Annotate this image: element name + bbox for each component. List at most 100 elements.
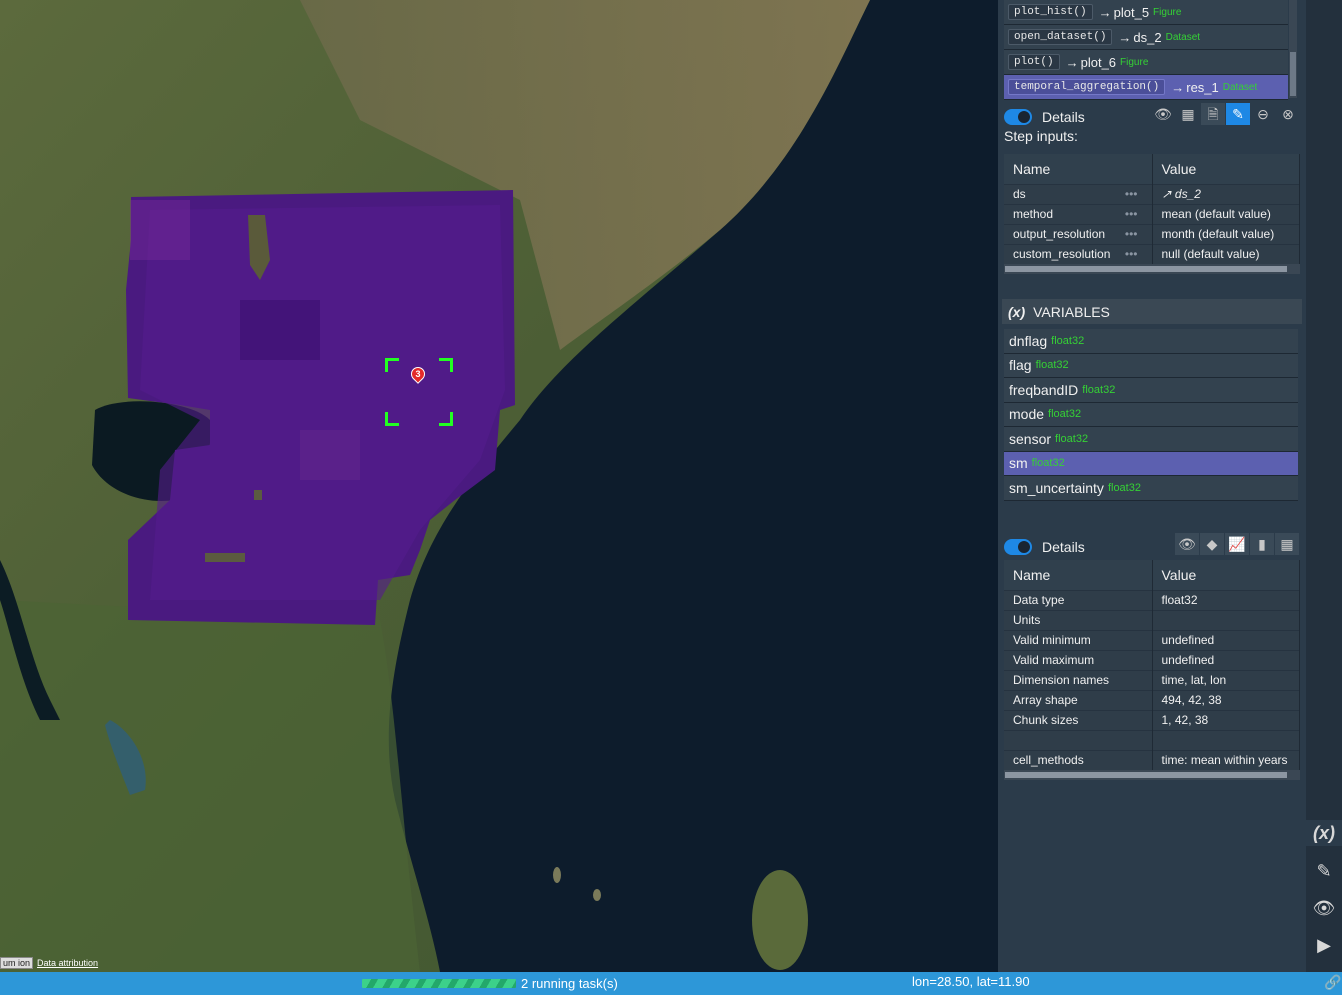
attribute-name: cell_methods <box>1004 749 1153 770</box>
variable-item[interactable]: sm_uncertainty float32 <box>1004 476 1298 501</box>
table-icon[interactable]: ▦ <box>1176 103 1200 125</box>
eye-icon[interactable]: 👁 <box>1151 103 1175 125</box>
remove-icon[interactable]: ⊖ <box>1251 103 1275 125</box>
workflow-step-list: plot_hist() → plot_5 Figure open_dataset() → d… <box>1004 0 1288 100</box>
details-toggle[interactable] <box>1004 539 1032 555</box>
document-icon[interactable]: 🗎 <box>1201 103 1225 125</box>
variable-details-hscrollbar[interactable] <box>1004 770 1300 780</box>
input-value: mean (default value) <box>1152 203 1300 224</box>
task-progress-bar[interactable] <box>362 979 516 988</box>
attribute-value: undefined <box>1152 649 1300 670</box>
bracket-corner <box>439 412 453 426</box>
attribute-value <box>1152 729 1300 750</box>
more-icon[interactable]: ••• <box>1125 207 1138 221</box>
step-inputs-label: Step inputs: <box>1004 128 1078 144</box>
attribute-name: Valid minimum <box>1004 629 1153 650</box>
table-row[interactable]: custom_resolution ••• null (default value) <box>1004 243 1300 264</box>
step-details-toggle-row: Details <box>1004 109 1085 125</box>
input-value[interactable]: ↗ ds_2 <box>1152 183 1300 204</box>
map-attribution: um ion Data attribution <box>0 957 98 969</box>
variable-type: float32 <box>1051 334 1085 347</box>
table-row: Dimension names time, lat, lon <box>1004 669 1300 690</box>
variable-type: float32 <box>1048 408 1082 421</box>
variable-item[interactable]: freqbandID float32 <box>1004 378 1298 403</box>
table-row[interactable]: output_resolution ••• month (default value… <box>1004 223 1300 244</box>
workflow-step[interactable]: temporal_aggregation() → res_1 Dataset <box>1004 75 1288 100</box>
globe-map-view[interactable]: 3 um ion Data attribution <box>0 0 998 972</box>
more-icon[interactable]: ••• <box>1125 187 1138 201</box>
step-result-name: plot_6 <box>1080 54 1117 70</box>
line-chart-icon[interactable]: 📈 <box>1225 533 1249 555</box>
variable-name: dnflag <box>1009 332 1048 349</box>
attribute-value <box>1152 609 1300 630</box>
bracket-corner <box>385 412 399 426</box>
variables-header: (x) VARIABLES <box>1002 299 1302 324</box>
arrow-icon: → <box>1098 4 1112 20</box>
table-row <box>1004 729 1300 750</box>
table-row[interactable]: method ••• mean (default value) <box>1004 203 1300 224</box>
step-result-type: Dataset <box>1222 81 1258 93</box>
step-inputs-table: Name Value ds ••• ↗ ds_2 method ••• mean (def… <box>1004 154 1300 264</box>
details-label: Details <box>1042 109 1085 125</box>
variable-item[interactable]: flag float32 <box>1004 353 1298 378</box>
data-attribution-link[interactable]: Data attribution <box>37 958 98 968</box>
attribute-name: Dimension names <box>1004 669 1153 690</box>
cursor-coordinates: lon=28.50, lat=11.90 <box>912 974 1030 989</box>
more-icon[interactable]: ••• <box>1125 247 1138 261</box>
step-result-type: Dataset <box>1165 31 1201 43</box>
table-row: Chunk sizes 1, 42, 38 <box>1004 709 1300 730</box>
running-tasks-text[interactable]: 2 running task(s) <box>521 976 618 991</box>
step-function: plot() <box>1008 54 1060 70</box>
attribute-name: Valid maximum <box>1004 649 1153 670</box>
attribute-name: Chunk sizes <box>1004 709 1153 730</box>
play-icon[interactable]: ▶ <box>1311 932 1337 958</box>
table-row: Array shape 494, 42, 38 <box>1004 689 1300 710</box>
arrow-icon: → <box>1118 29 1132 45</box>
table-row: Valid minimum undefined <box>1004 629 1300 650</box>
step-list-scrollbar[interactable] <box>1289 0 1297 98</box>
variables-panel-button[interactable]: (x) <box>1306 820 1342 846</box>
step-result-name: ds_2 <box>1133 29 1162 45</box>
app-root: 3 um ion Data attribution plot_hist() → plo… <box>0 0 1342 995</box>
table-row[interactable]: ds ••• ↗ ds_2 <box>1004 183 1300 204</box>
variable-name: sensor <box>1009 430 1052 447</box>
table-row: cell_methods time: mean within years <box>1004 749 1300 770</box>
workflow-step[interactable]: plot_hist() → plot_5 Figure <box>1004 0 1288 25</box>
bar-chart-icon[interactable]: ▮ <box>1250 533 1274 555</box>
variable-toolbar: 👁 ◆ 📈 ▮ ▦ <box>1174 533 1299 555</box>
column-header-value: Value <box>1152 560 1300 590</box>
workflow-step[interactable]: plot() → plot_6 Figure <box>1004 50 1288 75</box>
attribute-value: 1, 42, 38 <box>1152 709 1300 730</box>
variable-name: freqbandID <box>1009 381 1079 398</box>
variable-name: mode <box>1009 406 1045 423</box>
details-toggle[interactable] <box>1004 109 1032 125</box>
variables-icon: (x) <box>1008 303 1026 320</box>
edit-panel-icon[interactable]: ✎ <box>1311 858 1337 884</box>
workflow-step[interactable]: open_dataset() → ds_2 Dataset <box>1004 25 1288 50</box>
table-icon[interactable]: ▦ <box>1275 533 1299 555</box>
variable-item[interactable]: sensor float32 <box>1004 427 1298 452</box>
variable-name: sm_uncertainty <box>1009 479 1104 496</box>
variable-type: float32 <box>1082 383 1116 396</box>
satellite-imagery <box>0 0 998 972</box>
attribute-value: 494, 42, 38 <box>1152 689 1300 710</box>
more-icon[interactable]: ••• <box>1125 227 1138 241</box>
attribute-name: Array shape <box>1004 689 1153 710</box>
delete-icon[interactable]: ⊗ <box>1276 103 1300 125</box>
variable-item[interactable]: sm float32 <box>1004 451 1298 476</box>
eye-icon[interactable]: 👁 <box>1175 533 1199 555</box>
attribute-name <box>1004 729 1153 750</box>
step-toolbar: 👁 ▦ 🗎 ✎ ⊖ ⊗ <box>1150 103 1300 125</box>
variable-item[interactable]: dnflag float32 <box>1004 329 1298 354</box>
attribute-value: undefined <box>1152 629 1300 650</box>
view-panel-icon[interactable]: 👁 <box>1311 895 1337 921</box>
layer-icon[interactable]: ◆ <box>1200 533 1224 555</box>
column-header-name: Name <box>1004 154 1153 184</box>
pin-icon[interactable]: 3 <box>408 364 428 385</box>
link-icon[interactable]: 🔗 <box>1324 974 1341 991</box>
variable-item[interactable]: mode float32 <box>1004 402 1298 427</box>
edit-icon[interactable]: ✎ <box>1226 103 1250 125</box>
step-result-name: plot_5 <box>1113 4 1150 20</box>
selected-place-marker[interactable]: 3 <box>385 358 453 426</box>
step-inputs-hscrollbar[interactable] <box>1004 264 1300 274</box>
